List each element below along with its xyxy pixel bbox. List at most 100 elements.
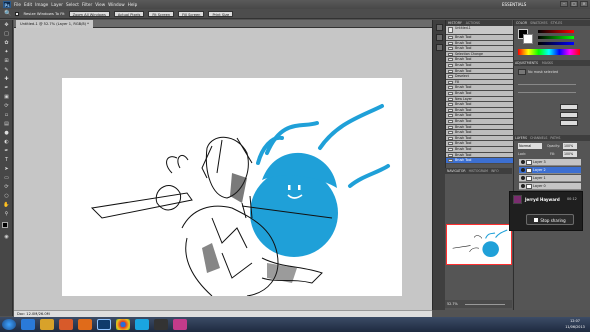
tab-styles[interactable]: STYLES	[551, 21, 563, 25]
tab-swatches[interactable]: SWATCHES	[530, 21, 547, 25]
hand-tool-icon[interactable]: ✋	[2, 202, 11, 209]
tab-histogram[interactable]: HISTOGRAM	[469, 169, 488, 173]
magic-wand-icon[interactable]: ✦	[2, 49, 11, 56]
invert-button[interactable]	[560, 120, 578, 126]
mask-density-slider[interactable]	[518, 84, 576, 85]
tab-navigator[interactable]: NAVIGATOR	[447, 169, 466, 173]
fit-screen-button[interactable]: Fit Screen	[148, 10, 175, 17]
tab-history[interactable]: HISTORY	[448, 21, 462, 25]
tab-paths[interactable]: PATHS	[550, 136, 560, 140]
dodge-tool-icon[interactable]: ◐	[2, 139, 11, 146]
marquee-tool-icon[interactable]: □	[2, 31, 11, 38]
fill-field[interactable]: 100%	[563, 151, 577, 157]
layer-row[interactable]: Layer 3	[519, 159, 581, 166]
type-tool-icon[interactable]: T	[2, 157, 11, 164]
blend-mode-select[interactable]: Normal	[518, 143, 542, 149]
shape-tool-icon[interactable]: ▭	[2, 175, 11, 182]
healing-brush-icon[interactable]: ✚	[2, 76, 11, 83]
canvas[interactable]	[62, 78, 402, 297]
app-logo[interactable]: Ps	[3, 1, 11, 8]
visibility-eye-icon[interactable]	[521, 160, 525, 164]
history-brush-icon[interactable]: ⟳	[2, 103, 11, 110]
start-button-icon[interactable]	[2, 319, 16, 330]
mask-edge-button[interactable]	[560, 104, 578, 110]
zoom-tool-box-icon[interactable]: ⚲	[2, 211, 11, 218]
tab-info[interactable]: INFO	[491, 169, 499, 173]
eyedropper-icon[interactable]: ✎	[2, 67, 11, 74]
menu-layer[interactable]: Layer	[51, 2, 63, 7]
visibility-eye-icon[interactable]	[521, 176, 525, 180]
foreground-color-swatch[interactable]	[2, 222, 8, 228]
system-clock[interactable]: 12:07 11/06/2013	[560, 318, 590, 330]
menu-file[interactable]: File	[14, 2, 21, 7]
tab-layers[interactable]: LAYERS	[515, 136, 527, 140]
zoom-value[interactable]: 52.7%	[447, 302, 458, 306]
menu-window[interactable]: Window	[108, 2, 125, 7]
color-spectrum[interactable]	[518, 49, 580, 55]
menu-view[interactable]: View	[95, 2, 105, 7]
visibility-eye-icon[interactable]	[521, 184, 525, 188]
layer-row[interactable]: Layer 0	[519, 183, 581, 190]
zoom-all-windows-button[interactable]: Zoom All Windows	[68, 10, 110, 17]
steam-icon[interactable]	[154, 319, 168, 330]
chrome-icon[interactable]	[116, 319, 130, 330]
3d-orbit-icon[interactable]: ○	[2, 193, 11, 200]
eraser-tool-icon[interactable]: ▫	[2, 112, 11, 119]
fill-screen-button[interactable]: Fill Screen	[178, 10, 205, 17]
color-slider-r[interactable]	[538, 30, 574, 33]
quick-mask-icon[interactable]: ◉	[2, 234, 11, 241]
misc-app-icon[interactable]	[173, 319, 187, 330]
pen-tool-icon[interactable]: ✒	[2, 148, 11, 155]
collapsed-panel-icon-3[interactable]	[436, 44, 443, 51]
history-snapshot[interactable]: Untitled-1	[446, 26, 513, 35]
maximize-button[interactable]: □	[570, 1, 578, 7]
explorer-icon[interactable]	[40, 319, 54, 330]
menu-image[interactable]: Image	[35, 2, 48, 7]
color-slider-g[interactable]	[538, 36, 574, 39]
opacity-field[interactable]: 100%	[563, 143, 577, 149]
zoom-tool-icon[interactable]: 🔍	[4, 10, 11, 17]
workspace-switcher[interactable]: ESSENTIALS	[502, 2, 526, 7]
path-selection-icon[interactable]: ➤	[2, 166, 11, 173]
gradient-tool-icon[interactable]: ▤	[2, 121, 11, 128]
tab-actions[interactable]: ACTIONS	[466, 21, 480, 25]
tab-adjustments[interactable]: ADJUSTMENTS	[515, 61, 538, 65]
resize-windows-checkbox[interactable]	[15, 11, 20, 16]
actual-pixels-button[interactable]: Actual Pixels	[113, 10, 145, 17]
color-panel-swatch-bg[interactable]	[523, 34, 533, 44]
crop-tool-icon[interactable]: ⊞	[2, 58, 11, 65]
document-tab[interactable]: Untitled-1 @ 52.7% (Layer 1, RGB/8) *	[16, 20, 93, 28]
menu-select[interactable]: Select	[66, 2, 79, 7]
close-button[interactable]: ×	[580, 1, 588, 7]
mask-feather-slider[interactable]	[518, 92, 576, 93]
blur-tool-icon[interactable]: ●	[2, 130, 11, 137]
collapsed-panel-icon-1[interactable]	[436, 24, 443, 31]
skype-icon[interactable]	[135, 319, 149, 330]
tab-channels[interactable]: CHANNELS	[530, 136, 547, 140]
stamp-tool-icon[interactable]: ▣	[2, 94, 11, 101]
lasso-tool-icon[interactable]: ✿	[2, 40, 11, 47]
canvas-area[interactable]	[14, 28, 432, 310]
menu-filter[interactable]: Filter	[82, 2, 92, 7]
layer-row-selected[interactable]: Layer 2	[519, 167, 581, 174]
tab-masks[interactable]: MASKS	[542, 61, 553, 65]
brush-tool-icon[interactable]: ✒	[2, 85, 11, 92]
history-item-current[interactable]: Brush Tool	[446, 158, 513, 164]
ie-icon[interactable]	[21, 319, 35, 330]
zoom-slider[interactable]	[465, 304, 505, 305]
print-size-button[interactable]: Print Size	[208, 10, 234, 17]
3d-rotate-icon[interactable]: ⟳	[2, 184, 11, 191]
move-tool-icon[interactable]: ✥	[2, 22, 11, 29]
firefox-icon[interactable]	[78, 319, 92, 330]
visibility-eye-icon[interactable]	[521, 168, 525, 172]
menu-edit[interactable]: Edit	[24, 2, 32, 7]
stop-sharing-button[interactable]: Stop sharing	[526, 214, 574, 225]
menu-help[interactable]: Help	[128, 2, 138, 7]
collapsed-panel-icon-2[interactable]	[436, 34, 443, 41]
navigator-preview[interactable]	[446, 224, 512, 265]
minimize-button[interactable]: –	[560, 1, 568, 7]
color-range-button[interactable]	[560, 112, 578, 118]
tab-color[interactable]: COLOR	[516, 21, 527, 25]
photoshop-icon[interactable]	[97, 319, 111, 330]
color-slider-b[interactable]	[538, 42, 574, 45]
